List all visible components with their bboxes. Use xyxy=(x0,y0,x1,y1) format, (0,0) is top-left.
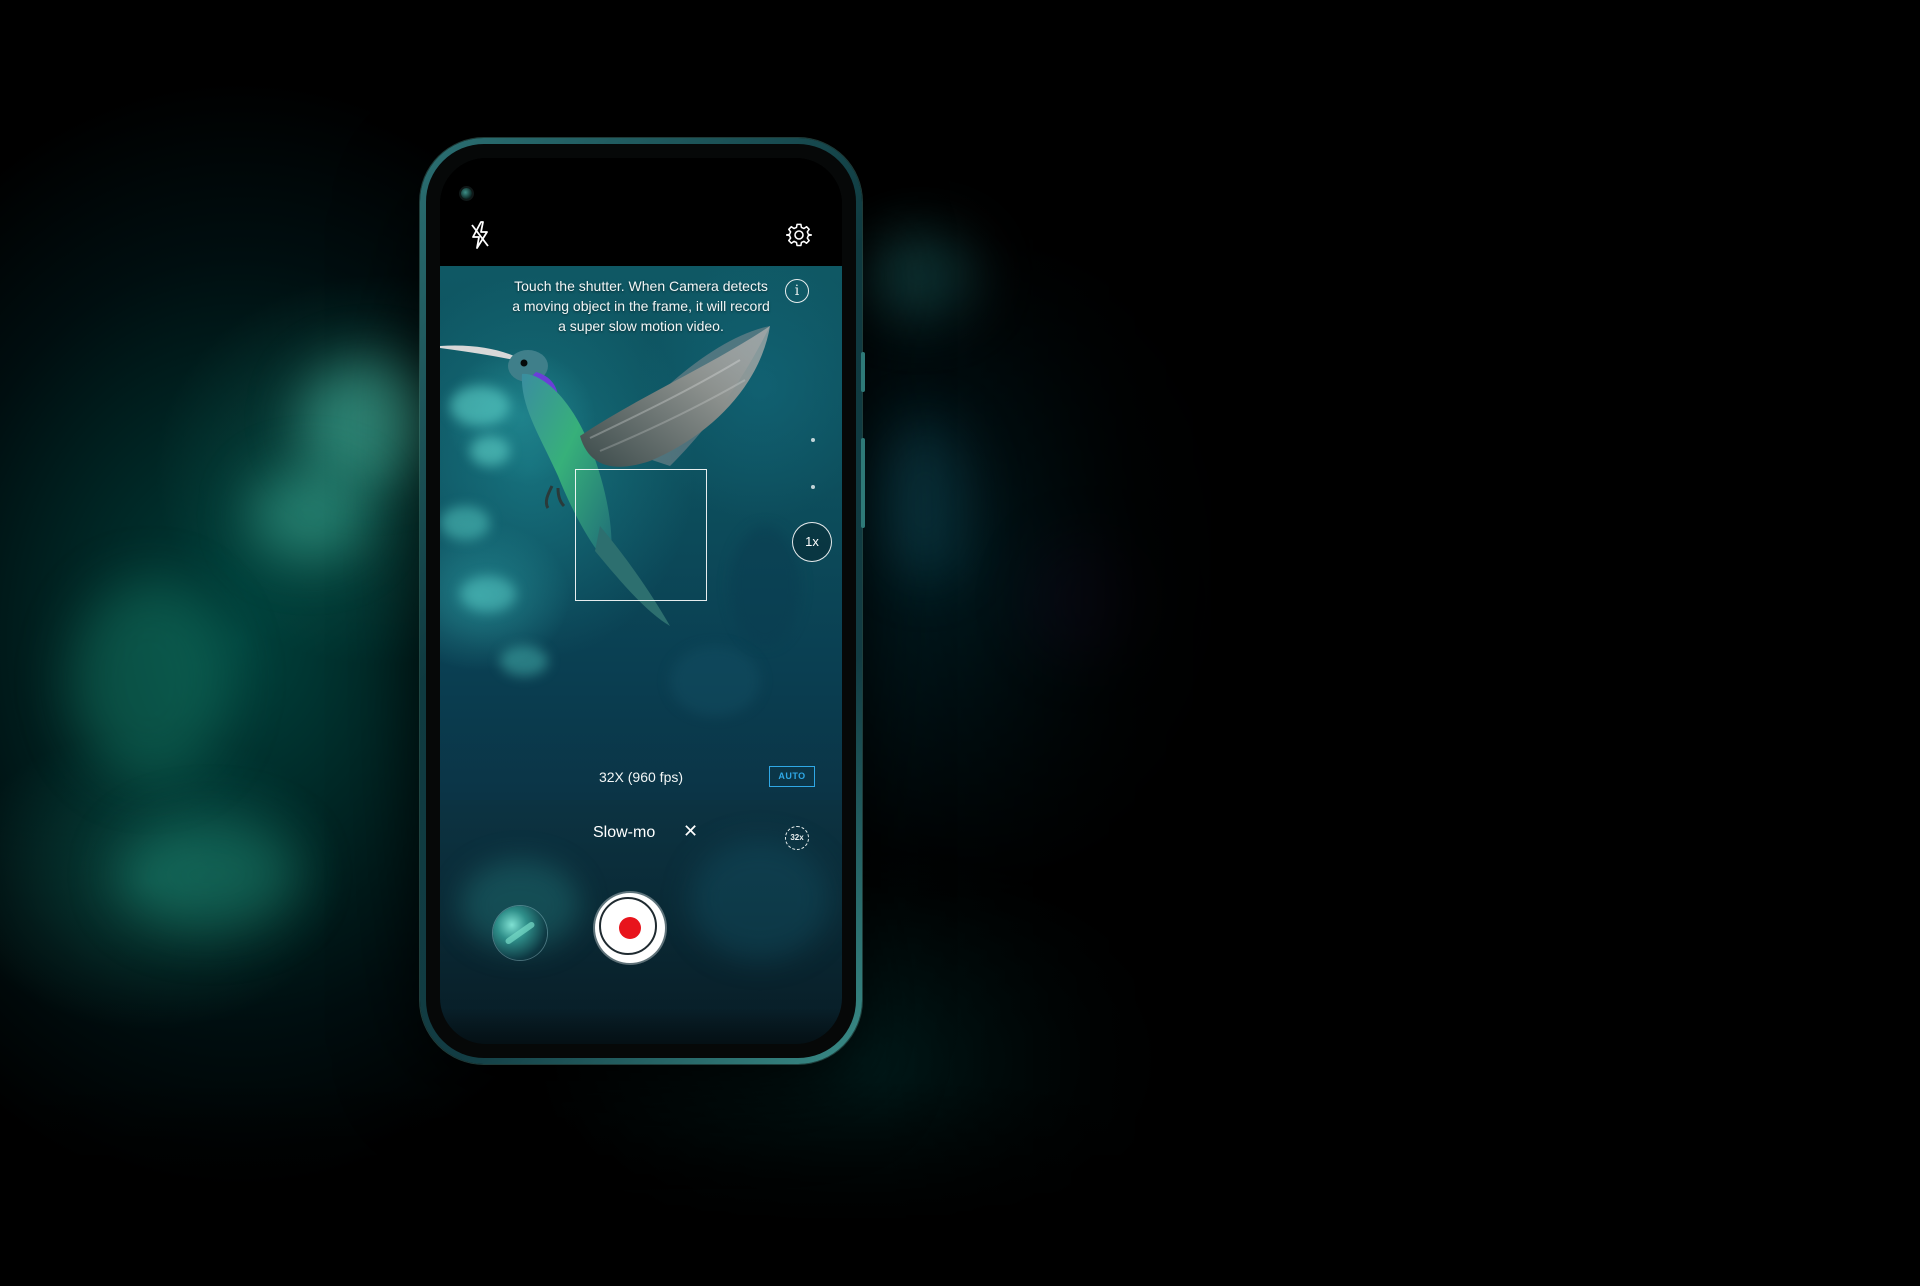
background-scene xyxy=(0,0,1920,1286)
phone-frame: Touch the shutter. When Camera detects a… xyxy=(420,138,865,1064)
front-camera-hole xyxy=(461,188,472,199)
record-dot-icon xyxy=(619,917,641,939)
phone-screen: Touch the shutter. When Camera detects a… xyxy=(440,158,842,1044)
slowmo-hint-text: Touch the shutter. When Camera detects a… xyxy=(512,278,770,334)
volume-button xyxy=(861,352,865,392)
zoom-indicator-dot xyxy=(811,438,815,442)
viewfinder[interactable]: Touch the shutter. When Camera detects a… xyxy=(440,266,842,800)
camera-top-bar xyxy=(440,158,842,266)
record-shutter-button[interactable] xyxy=(595,893,665,963)
slowmo-mode-label: Slow-mo xyxy=(593,824,656,841)
gallery-thumbnail[interactable] xyxy=(493,906,547,960)
gear-icon[interactable] xyxy=(786,222,812,248)
motion-detect-frame[interactable] xyxy=(575,469,707,601)
flash-off-icon[interactable] xyxy=(468,220,492,250)
info-icon[interactable]: i xyxy=(785,279,809,303)
auto-mode-badge[interactable]: AUTO xyxy=(769,766,815,787)
zoom-level-button[interactable]: 1x xyxy=(792,522,832,562)
close-icon[interactable]: ✕ xyxy=(683,821,698,842)
speed-32x-icon[interactable]: 32x xyxy=(785,826,809,850)
zoom-indicator-dot xyxy=(811,485,815,489)
power-button xyxy=(861,438,865,528)
